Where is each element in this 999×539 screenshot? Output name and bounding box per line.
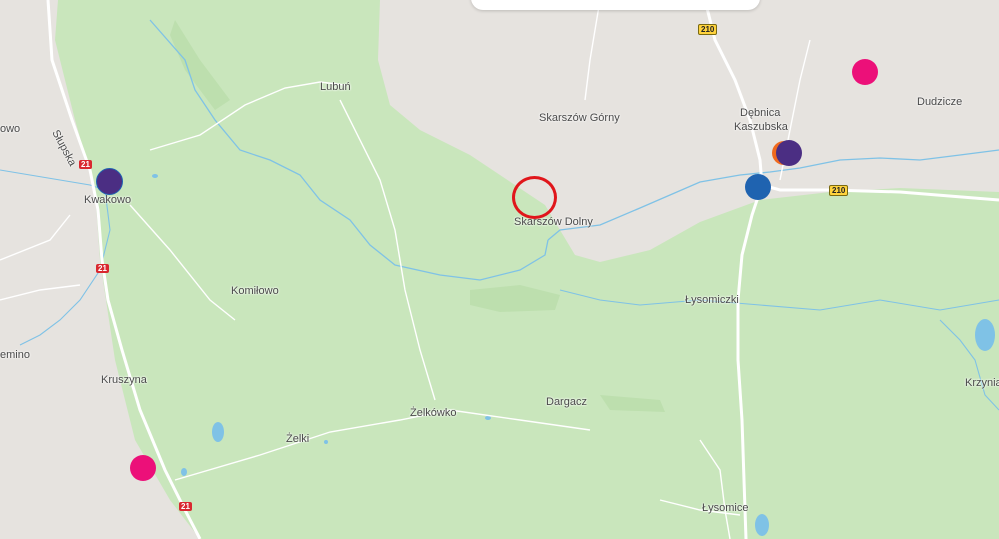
lake	[485, 416, 491, 420]
place-label-kaszubska: Kaszubska	[734, 121, 788, 133]
purple-marker[interactable]	[776, 140, 802, 166]
place-label-zelki: Żelki	[286, 433, 310, 445]
place-label-skarszow-gorny: Skarszów Górny	[539, 112, 620, 124]
blue-marker[interactable]	[745, 174, 771, 200]
pink-marker[interactable]	[130, 455, 156, 481]
road-shield-210: 210	[698, 24, 718, 35]
place-label-zelkowko: Żelkówko	[410, 407, 457, 419]
road-shield-21: 21	[179, 502, 192, 511]
lake	[975, 319, 995, 351]
road-shield-21: 21	[79, 160, 92, 169]
lake	[152, 174, 158, 178]
place-label-lubun: Lubuń	[320, 81, 351, 93]
place-label-emino: emino	[0, 349, 30, 361]
place-label-lysomice: Łysomice	[702, 502, 749, 514]
place-label-kwakowo: Kwakowo	[84, 194, 132, 206]
road-shield-21: 21	[96, 264, 109, 273]
place-label-komilowo: Komiłowo	[231, 285, 279, 297]
lake	[181, 468, 187, 476]
lake	[212, 422, 224, 442]
search-box[interactable]	[471, 0, 760, 10]
place-label-debnica: Dębnica	[740, 107, 781, 119]
lake	[755, 514, 769, 536]
place-label-skarszow-dolny: Skarszów Dolny	[514, 216, 593, 228]
pink-marker[interactable]	[852, 59, 878, 85]
map-view[interactable]: 210 210 21 21 21 Lubuń Skarszów Górny Dę…	[0, 0, 999, 539]
place-label-lysomiczki: Łysomiczki	[685, 294, 739, 306]
place-label-krzynia: Krzynia	[965, 377, 999, 389]
road-shield-210: 210	[829, 185, 849, 196]
place-label-owo: owo	[0, 123, 21, 135]
lake	[324, 440, 328, 444]
highlight-circle[interactable]	[512, 176, 557, 219]
purple-marker[interactable]	[96, 168, 123, 195]
place-label-dargacz: Dargacz	[546, 396, 587, 408]
place-label-kruszyna: Kruszyna	[101, 374, 147, 386]
place-label-dudzicze: Dudzicze	[917, 96, 963, 108]
